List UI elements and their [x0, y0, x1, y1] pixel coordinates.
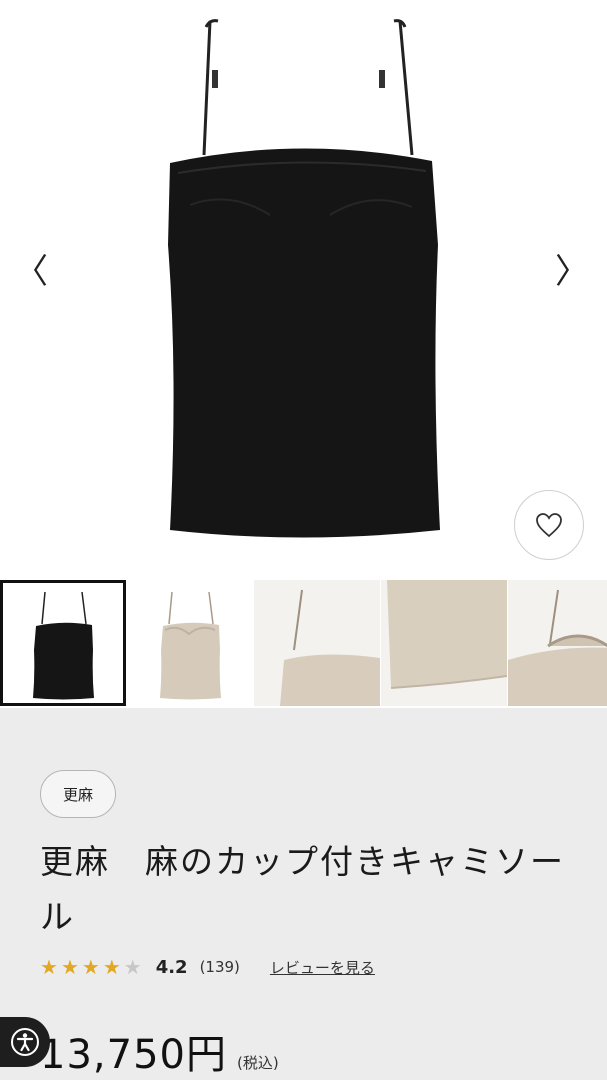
star-empty-icon: ★ — [123, 955, 142, 979]
thumbnail-2[interactable] — [127, 580, 253, 706]
product-image-carousel[interactable]: 〈 〉 — [0, 0, 607, 580]
accessibility-button[interactable] — [0, 1017, 50, 1067]
rating-stars: ★ ★ ★ ★ ★ — [40, 957, 142, 977]
star-icon: ★ — [60, 955, 79, 979]
star-icon: ★ — [102, 955, 121, 979]
star-icon: ★ — [40, 955, 58, 979]
product-main-image — [168, 19, 440, 538]
thumbnail-3[interactable] — [254, 580, 380, 706]
rating-value: 4.2 — [155, 956, 188, 978]
view-reviews-link[interactable]: レビューを見る — [270, 957, 375, 978]
thumbnail-1[interactable] — [0, 580, 126, 706]
star-icon: ★ — [81, 955, 100, 979]
rating-count: (139) — [199, 958, 240, 976]
price-row: 13,750円 (税込) — [40, 1022, 279, 1080]
thumbnail-5[interactable] — [508, 580, 607, 706]
product-title: 更麻 麻のカップ付きキャミソール — [40, 842, 565, 936]
previous-image-button[interactable]: 〈 — [14, 255, 48, 289]
next-image-button[interactable]: 〉 — [555, 255, 589, 289]
thumbnail-strip — [0, 580, 607, 708]
thumbnail-4[interactable] — [381, 580, 507, 706]
price-value: 13,750円 — [40, 1032, 227, 1078]
tax-note: (税込) — [236, 1054, 279, 1072]
product-info: 更麻 更麻 麻のカップ付きキャミソール ★ ★ ★ ★ ★ 4.2 (139) … — [0, 708, 607, 1080]
rating-row: ★ ★ ★ ★ ★ 4.2 (139) レビューを見る — [40, 956, 375, 978]
accessibility-icon — [11, 1028, 39, 1056]
brand-tag[interactable]: 更麻 — [40, 770, 117, 818]
heart-icon — [536, 513, 562, 538]
favorite-button[interactable] — [514, 490, 584, 560]
